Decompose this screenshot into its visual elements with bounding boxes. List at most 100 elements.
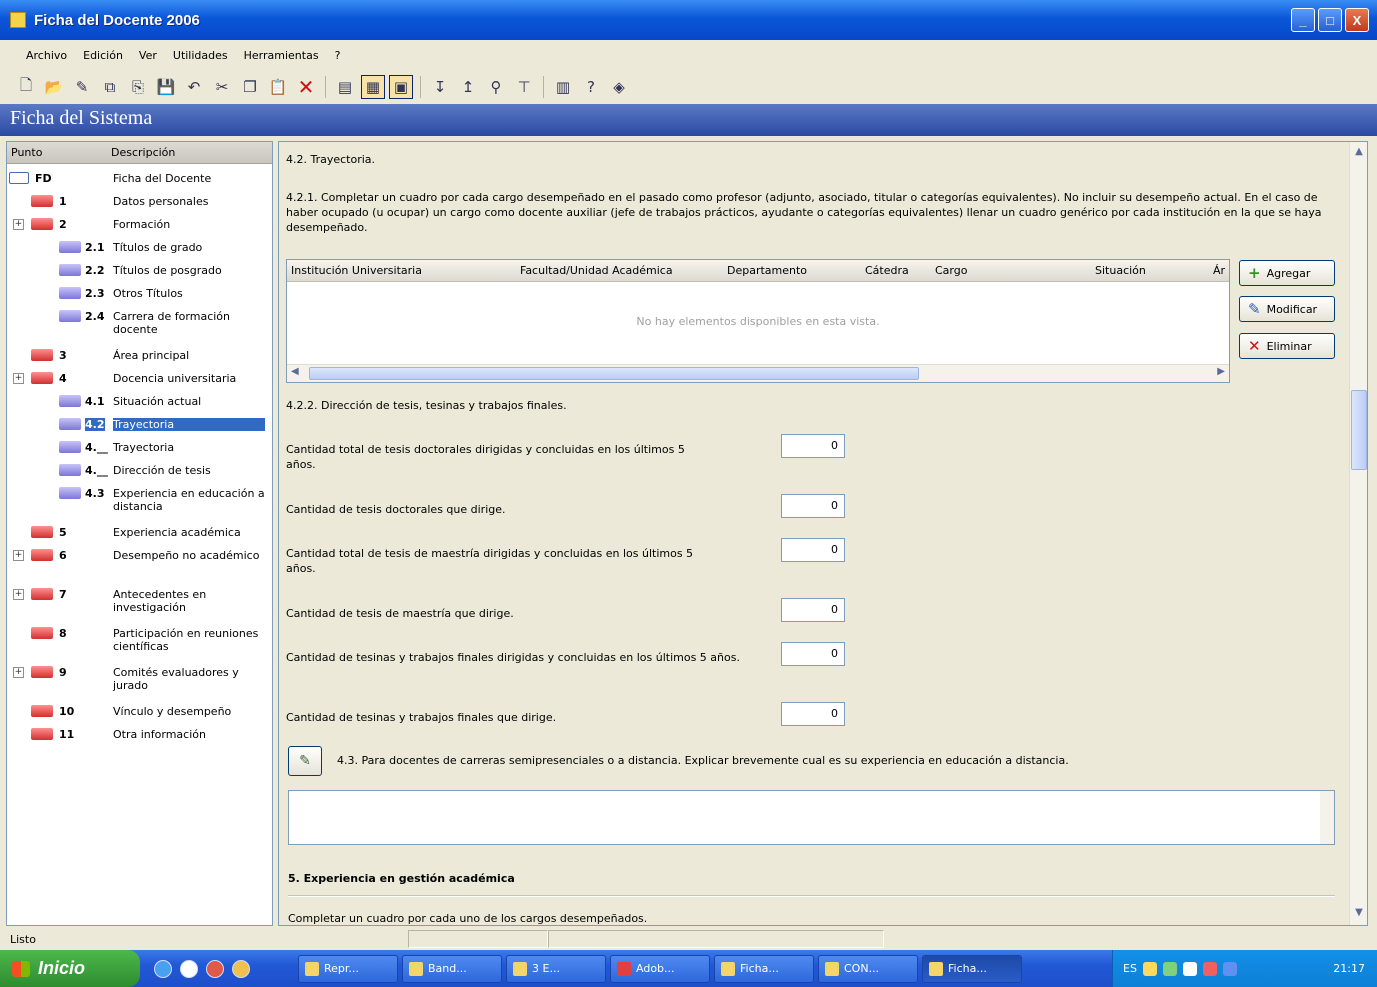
tree-item[interactable]: 2.3 Otros Títulos <box>7 285 272 305</box>
col-catedra[interactable]: Cátedra <box>865 264 909 277</box>
tree-item[interactable]: +4 Docencia universitaria <box>7 370 272 390</box>
tree-item[interactable]: 2.1 Títulos de grado <box>7 239 272 259</box>
task-adobe[interactable]: Adob... <box>610 954 710 983</box>
task-ficha-2[interactable]: Ficha... <box>922 954 1022 983</box>
scroll-right-icon[interactable]: ▶ <box>1217 366 1225 377</box>
field-input-1[interactable]: 0 <box>781 434 845 458</box>
report-icon[interactable]: ▥ <box>551 75 575 99</box>
media-icon[interactable] <box>206 959 224 978</box>
save-icon[interactable]: 💾 <box>154 75 178 99</box>
task-repr[interactable]: Repr... <box>298 954 398 983</box>
cut-icon[interactable]: ✂ <box>210 75 234 99</box>
scroll-down-icon[interactable]: ▼ <box>1352 907 1366 921</box>
tree-item[interactable]: +9 Comités evaluadores y jurado <box>7 664 272 698</box>
memo-scrollbar[interactable] <box>1320 791 1334 844</box>
field-input-4[interactable]: 0 <box>781 598 845 622</box>
open-icon[interactable]: 📂 <box>42 75 66 99</box>
menu-edicion[interactable]: Edición <box>83 49 123 62</box>
navigation-tree[interactable]: Punto Descripción FD Ficha del Docente 1 Da… <box>6 141 273 926</box>
delete-button[interactable]: ✕ Eliminar <box>1239 333 1335 359</box>
paste-icon[interactable]: 📋 <box>266 75 290 99</box>
tree-item[interactable]: 2.4 Carrera de formación docente <box>7 308 272 342</box>
col-area[interactable]: Ár <box>1213 264 1225 277</box>
tree-item[interactable]: 4.__ Dirección de tesis <box>7 462 272 482</box>
minimize-button[interactable]: _ <box>1291 8 1315 32</box>
scroll-left-icon[interactable]: ◀ <box>291 366 299 377</box>
expand-icon[interactable]: + <box>13 550 24 561</box>
tree-header-descripcion[interactable]: Descripción <box>111 146 175 159</box>
delete-icon[interactable]: ✕ <box>294 75 318 99</box>
field-input-6[interactable]: 0 <box>781 702 845 726</box>
menu-utilidades[interactable]: Utilidades <box>173 49 228 62</box>
tree-item[interactable]: 4.3 Experiencia en educación a distancia <box>7 485 272 519</box>
help-icon[interactable]: ? <box>579 75 603 99</box>
exit-icon[interactable]: ◈ <box>607 75 631 99</box>
distance-experience-textarea[interactable] <box>288 790 1335 845</box>
expand-icon[interactable]: + <box>13 373 24 384</box>
info-button[interactable]: ✎ <box>288 746 322 776</box>
add-button[interactable]: + Agregar <box>1239 260 1335 286</box>
language-indicator[interactable]: ES <box>1123 962 1137 975</box>
expand-icon[interactable]: + <box>13 667 24 678</box>
sort-asc-icon[interactable]: ↧ <box>428 75 452 99</box>
filter-icon[interactable]: ⚲ <box>484 75 508 99</box>
apply-filter-icon[interactable]: ⊤ <box>512 75 536 99</box>
tree-item[interactable]: 2.2 Títulos de posgrado <box>7 262 272 282</box>
menu-herramientas[interactable]: Herramientas <box>244 49 319 62</box>
tree-item[interactable]: +7 Antecedentes en investigación <box>7 586 272 620</box>
content-scroll-thumb[interactable] <box>1351 390 1367 470</box>
copy2-icon[interactable]: ❐ <box>238 75 262 99</box>
modify-button[interactable]: ✎ Modificar <box>1239 296 1335 322</box>
field-input-3[interactable]: 0 <box>781 538 845 562</box>
view-icon[interactable]: ▦ <box>361 75 385 99</box>
sort-desc-icon[interactable]: ↥ <box>456 75 480 99</box>
task-explorer[interactable]: 3 E... <box>506 954 606 983</box>
tray-icon[interactable] <box>1162 961 1177 976</box>
tray-icon[interactable] <box>1142 961 1157 976</box>
tree-item[interactable]: 10 Vínculo y desempeño <box>7 703 272 723</box>
tree-item[interactable]: FD Ficha del Docente <box>7 170 272 190</box>
grid-scroll-thumb[interactable] <box>309 367 919 380</box>
tree-item[interactable]: 3 Área principal <box>7 347 272 367</box>
scroll-up-icon[interactable]: ▲ <box>1352 146 1366 160</box>
col-facultad[interactable]: Facultad/Unidad Académica <box>520 264 673 277</box>
close-button[interactable]: X <box>1345 8 1369 32</box>
expand-icon[interactable]: + <box>13 589 24 600</box>
new-icon[interactable]: 🗋 <box>14 75 38 99</box>
ie-icon[interactable] <box>154 959 172 978</box>
tray-icon[interactable] <box>1202 961 1217 976</box>
desktop-icon[interactable] <box>180 959 198 978</box>
tree-item[interactable]: 8 Participación en reuniones científicas <box>7 625 272 659</box>
tray-icon[interactable] <box>1222 961 1237 976</box>
undo-icon[interactable]: ↶ <box>182 75 206 99</box>
start-button[interactable]: Inicio <box>0 950 140 987</box>
tree-item[interactable]: +2 Formación <box>7 216 272 236</box>
paste-special-icon[interactable]: ⎘ <box>126 75 150 99</box>
edit-icon[interactable]: ✎ <box>70 75 94 99</box>
field-input-2[interactable]: 0 <box>781 494 845 518</box>
messenger-icon[interactable] <box>232 959 250 978</box>
tree-header-punto[interactable]: Punto <box>7 146 111 159</box>
col-situacion[interactable]: Situación <box>1095 264 1146 277</box>
copy-icon[interactable]: ⧉ <box>98 75 122 99</box>
menu-archivo[interactable]: Archivo <box>26 49 67 62</box>
find-icon[interactable]: ▤ <box>333 75 357 99</box>
task-band[interactable]: Band... <box>402 954 502 983</box>
col-departamento[interactable]: Departamento <box>727 264 807 277</box>
maximize-button[interactable]: □ <box>1318 8 1342 32</box>
tree-item[interactable]: 4.1 Situación actual <box>7 393 272 413</box>
form-view-icon[interactable]: ▣ <box>389 75 413 99</box>
task-ficha-1[interactable]: Ficha... <box>714 954 814 983</box>
menu-help[interactable]: ? <box>335 49 341 62</box>
content-vertical-scrollbar[interactable]: ▲ ▼ <box>1349 142 1367 925</box>
tree-item[interactable]: 1 Datos personales <box>7 193 272 213</box>
tree-item[interactable]: 4.2 Trayectoria <box>7 416 272 436</box>
trayectoria-grid[interactable]: Institución Universitaria Facultad/Unida… <box>286 259 1230 383</box>
col-cargo[interactable]: Cargo <box>935 264 967 277</box>
tree-item[interactable]: 11 Otra información <box>7 726 272 746</box>
tree-item[interactable]: 5 Experiencia académica <box>7 524 272 544</box>
clock[interactable]: 21:17 <box>1333 962 1365 975</box>
grid-horizontal-scrollbar[interactable]: ◀ ▶ <box>287 364 1229 382</box>
menu-ver[interactable]: Ver <box>139 49 157 62</box>
tree-item[interactable]: 4.__ Trayectoria <box>7 439 272 459</box>
